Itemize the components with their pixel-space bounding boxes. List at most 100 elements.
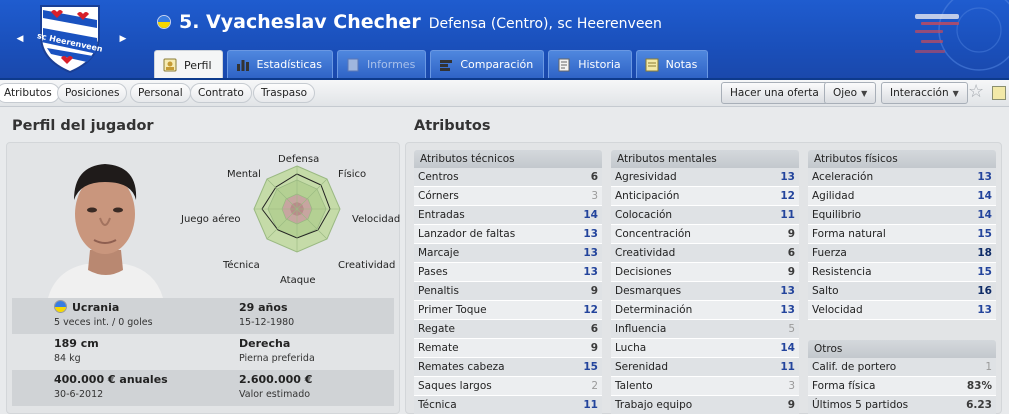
subtab-personal[interactable]: Personal	[130, 83, 191, 103]
attribute-row[interactable]: Salto 16	[808, 282, 996, 301]
chevron-down-icon: ▼	[861, 89, 868, 98]
attribute-row[interactable]: Forma física 83%	[808, 377, 996, 396]
attribute-row[interactable]: Forma natural 15	[808, 225, 996, 244]
attribute-value: 6	[590, 171, 598, 183]
scout-button[interactable]: Ojeo ▼	[824, 82, 877, 104]
make-offer-button[interactable]: Hacer una oferta	[721, 82, 828, 104]
attribute-value: 16	[977, 285, 992, 297]
notepad-icon[interactable]	[992, 86, 1006, 100]
interaction-label: Interacción	[890, 87, 949, 99]
attribute-row[interactable]: Aceleración 13	[808, 168, 996, 187]
tab-informes[interactable]: Informes	[336, 50, 427, 78]
attribute-row[interactable]: Determinación 13	[611, 301, 799, 320]
mental-header: Atributos mentales	[611, 150, 799, 168]
attribute-row[interactable]: Saques largos 2	[414, 377, 602, 396]
stats-icon	[236, 59, 249, 71]
attribute-value: 15	[977, 266, 992, 278]
attribute-value: 83%	[966, 380, 992, 392]
attribute-row[interactable]: Primer Toque 12	[414, 301, 602, 320]
attribute-row[interactable]: Agilidad 14	[808, 187, 996, 206]
attribute-row[interactable]: Entradas 14	[414, 206, 602, 225]
attribute-name: Creatividad	[615, 247, 676, 259]
attribute-row[interactable]: Desmarques 13	[611, 282, 799, 301]
attribute-row[interactable]: Pases 13	[414, 263, 602, 282]
attribute-row[interactable]: Remate 9	[414, 339, 602, 358]
attribute-value: 13	[780, 304, 795, 316]
tab-notas[interactable]: Notas	[635, 50, 709, 78]
caps-value: 5 veces int. / 0 goles	[54, 317, 153, 328]
radar-label-tecnica: Técnica	[223, 260, 260, 271]
physical-rows: Aceleración 13 Agilidad 14 Equilibrio 14 Forma…	[808, 168, 996, 320]
attribute-name: Determinación	[615, 304, 693, 316]
attribute-row[interactable]: Trabajo equipo 9	[611, 396, 799, 414]
attribute-name: Aceleración	[812, 171, 874, 183]
club-logo[interactable]: sc Heerenveen	[37, 2, 103, 74]
attribute-row[interactable]: Resistencia 15	[808, 263, 996, 282]
value-label: Valor estimado	[239, 389, 311, 400]
subtab-traspaso[interactable]: Traspaso	[253, 83, 316, 103]
attribute-value: 6	[590, 323, 598, 335]
tab-estadisticas[interactable]: Estadísticas	[226, 50, 333, 78]
next-arrow-icon[interactable]: ▶	[117, 33, 129, 45]
mental-rows: Agresividad 13 Anticipación 12 Colocación 11 C…	[611, 168, 799, 414]
attribute-row[interactable]: Serenidad 11	[611, 358, 799, 377]
attribute-row[interactable]: Agresividad 13	[611, 168, 799, 187]
attribute-row[interactable]: Creatividad 6	[611, 244, 799, 263]
tab-perfil[interactable]: Perfil	[154, 50, 223, 79]
attribute-row[interactable]: Remates cabeza 15	[414, 358, 602, 377]
physical-header: Atributos físicos	[808, 150, 996, 168]
attribute-name: Forma natural	[812, 228, 886, 240]
info-row-nationality: Ucrania 5 veces int. / 0 goles 29 años 1…	[12, 298, 394, 334]
attribute-row[interactable]: Decisiones 9	[611, 263, 799, 282]
attribute-value: 11	[583, 399, 598, 411]
attribute-row[interactable]: Concentración 9	[611, 225, 799, 244]
profile-icon	[163, 58, 177, 72]
attribute-row[interactable]: Talento 3	[611, 377, 799, 396]
attribute-row[interactable]: Penaltis 9	[414, 282, 602, 301]
attribute-row[interactable]: Córners 3	[414, 187, 602, 206]
attribute-value: 12	[780, 190, 795, 202]
attribute-row[interactable]: Marcaje 13	[414, 244, 602, 263]
attribute-value: 13	[977, 171, 992, 183]
attribute-row[interactable]: Calif. de portero 1	[808, 358, 996, 377]
attribute-name: Concentración	[615, 228, 691, 240]
birth-date-value: 15-12-1980	[239, 317, 295, 328]
attribute-name: Córners	[418, 190, 459, 202]
subtab-atributos[interactable]: Atributos	[0, 83, 60, 103]
height-value: 189 cm	[54, 337, 99, 350]
attribute-row[interactable]: Lucha 14	[611, 339, 799, 358]
attribute-name: Desmarques	[615, 285, 682, 297]
attribute-row[interactable]: Anticipación 12	[611, 187, 799, 206]
attribute-value: 14	[780, 342, 795, 354]
attribute-row[interactable]: Velocidad 13	[808, 301, 996, 320]
tab-label: Historia	[578, 58, 621, 71]
attribute-name: Penaltis	[418, 285, 459, 297]
attribute-name: Anticipación	[615, 190, 680, 202]
attribute-row[interactable]: Fuerza 18	[808, 244, 996, 263]
star-icon[interactable]: ☆	[968, 83, 984, 101]
attribute-row[interactable]: Lanzador de faltas 13	[414, 225, 602, 244]
attribute-row[interactable]: Regate 6	[414, 320, 602, 339]
attribute-row[interactable]: Últimos 5 partidos 6.23	[808, 396, 996, 414]
reports-icon	[347, 58, 359, 71]
subtab-posiciones[interactable]: Posiciones	[57, 83, 128, 103]
attribute-row[interactable]: Técnica 11	[414, 396, 602, 414]
attribute-value: 15	[583, 361, 598, 373]
attribute-row[interactable]: Colocación 11	[611, 206, 799, 225]
previous-arrow-icon[interactable]: ◀	[14, 33, 26, 45]
attribute-row[interactable]: Centros 6	[414, 168, 602, 187]
tab-historia[interactable]: Historia	[548, 50, 632, 78]
tab-comparacion[interactable]: Comparación	[430, 50, 545, 78]
subtab-contrato[interactable]: Contrato	[190, 83, 252, 103]
attribute-value: 9	[590, 342, 598, 354]
attribute-name: Forma física	[812, 380, 876, 392]
interaction-button[interactable]: Interacción ▼	[881, 82, 968, 104]
attribute-value: 9	[590, 285, 598, 297]
attribute-row[interactable]: Equilibrio 14	[808, 206, 996, 225]
radar-label-ataque: Ataque	[280, 275, 316, 286]
attribute-name: Resistencia	[812, 266, 872, 278]
profile-tabs: Perfil Estadísticas Informes Comparación…	[154, 50, 709, 79]
attribute-value: 5	[788, 323, 795, 335]
attribute-row[interactable]: Influencia 5	[611, 320, 799, 339]
attributes-section-title: Atributos	[414, 118, 491, 134]
